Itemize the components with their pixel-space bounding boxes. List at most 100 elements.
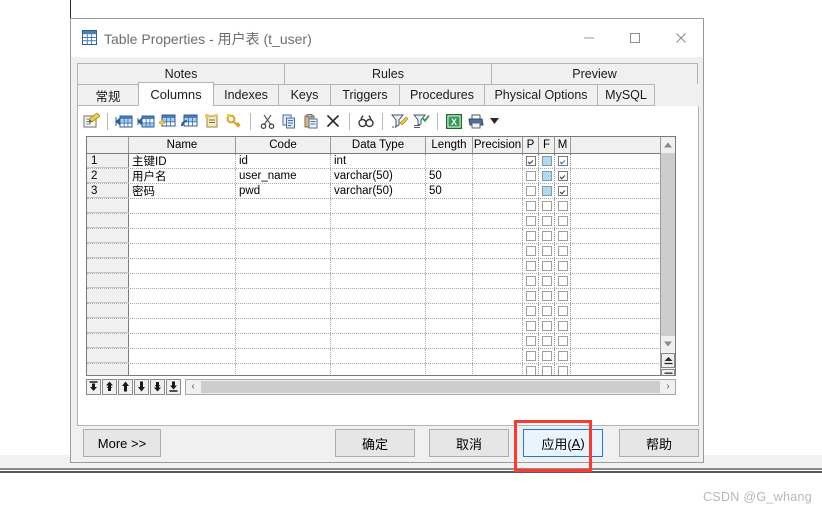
cell-code[interactable]	[236, 319, 331, 333]
ok-button[interactable]: 确定	[335, 429, 415, 457]
cell-name[interactable]	[129, 364, 236, 375]
cell-precision[interactable]	[473, 244, 523, 258]
row-number-cell[interactable]	[87, 199, 129, 213]
cell-code[interactable]	[236, 259, 331, 273]
cell-m[interactable]	[555, 154, 571, 168]
checkbox-f[interactable]	[541, 246, 552, 256]
checkbox-m[interactable]	[557, 321, 568, 331]
cell-m[interactable]	[555, 304, 571, 318]
cell-name[interactable]	[129, 244, 236, 258]
row-number-cell[interactable]: 1	[87, 154, 129, 168]
cell-datatype[interactable]	[331, 319, 426, 333]
cell-m[interactable]	[555, 199, 571, 213]
cell-datatype[interactable]: int	[331, 154, 426, 168]
cell-datatype[interactable]: varchar(50)	[331, 184, 426, 198]
insert-row-icon[interactable]	[113, 110, 135, 132]
checkbox-m[interactable]	[557, 201, 568, 211]
cell-length[interactable]	[426, 244, 473, 258]
vertical-scroll-thumb[interactable]	[661, 154, 675, 336]
cell-datatype[interactable]	[331, 364, 426, 375]
checkbox-f[interactable]	[541, 276, 552, 286]
cell-precision[interactable]	[473, 349, 523, 363]
cell-length[interactable]	[426, 229, 473, 243]
cell-length[interactable]	[426, 289, 473, 303]
table-row[interactable]: 2 用户名 user_name varchar(50) 50	[87, 169, 675, 184]
excel-export-icon[interactable]: X	[443, 110, 465, 132]
reverse-column-icon[interactable]	[179, 110, 201, 132]
cell-p[interactable]	[523, 244, 539, 258]
grid-header-name[interactable]: Name	[129, 137, 236, 153]
checkbox-p[interactable]	[525, 231, 536, 241]
checkbox-m[interactable]	[557, 366, 568, 375]
table-row[interactable]: 1 主键ID id int	[87, 154, 675, 169]
checkbox-p[interactable]	[525, 351, 536, 361]
print-icon[interactable]	[465, 110, 487, 132]
cell-length[interactable]	[426, 154, 473, 168]
checkbox-f[interactable]	[541, 351, 552, 361]
row-number-cell[interactable]	[87, 334, 129, 348]
checkbox-f[interactable]	[541, 216, 552, 226]
checkbox-p[interactable]	[525, 201, 536, 211]
cell-precision[interactable]	[473, 184, 523, 198]
note-icon[interactable]	[201, 110, 223, 132]
cell-p[interactable]	[523, 274, 539, 288]
cell-p[interactable]	[523, 289, 539, 303]
cell-name[interactable]	[129, 229, 236, 243]
cell-name[interactable]: 用户名	[129, 169, 236, 183]
cell-datatype[interactable]	[331, 334, 426, 348]
row-number-cell[interactable]	[87, 304, 129, 318]
go-first-row-button[interactable]	[86, 378, 101, 395]
scroll-left-arrow[interactable]: ‹	[186, 380, 200, 394]
checkbox-p[interactable]	[525, 216, 536, 226]
cell-p[interactable]	[523, 199, 539, 213]
cell-code[interactable]: pwd	[236, 184, 331, 198]
table-row-empty[interactable]	[87, 289, 675, 304]
table-row-empty[interactable]	[87, 214, 675, 229]
cell-precision[interactable]	[473, 289, 523, 303]
go-prev-page-button[interactable]	[102, 378, 117, 395]
cell-name[interactable]	[129, 274, 236, 288]
checkbox-f[interactable]	[541, 201, 552, 211]
cell-code[interactable]	[236, 364, 331, 375]
cell-m[interactable]	[555, 244, 571, 258]
cell-length[interactable]	[426, 319, 473, 333]
checkbox-p[interactable]	[525, 156, 536, 166]
filter-apply-icon[interactable]	[410, 110, 432, 132]
tab-keys[interactable]: Keys	[278, 84, 331, 106]
row-number-cell[interactable]	[87, 214, 129, 228]
cell-datatype[interactable]	[331, 244, 426, 258]
table-row[interactable]: 3 密码 pwd varchar(50) 50	[87, 184, 675, 199]
cell-datatype[interactable]	[331, 349, 426, 363]
row-number-cell[interactable]: 2	[87, 169, 129, 183]
tab-rules[interactable]: Rules	[284, 63, 492, 84]
grid-header-m[interactable]: M	[555, 137, 571, 153]
cell-code[interactable]	[236, 244, 331, 258]
cell-f[interactable]	[539, 274, 555, 288]
cell-p[interactable]	[523, 169, 539, 183]
cell-precision[interactable]	[473, 304, 523, 318]
cell-length[interactable]: 50	[426, 184, 473, 198]
checkbox-p[interactable]	[525, 171, 536, 181]
grid-header-length[interactable]: Length	[426, 137, 473, 153]
cell-m[interactable]	[555, 229, 571, 243]
checkbox-f[interactable]	[541, 291, 552, 301]
checkbox-m[interactable]	[557, 351, 568, 361]
checkbox-m[interactable]	[557, 336, 568, 346]
checkbox-p[interactable]	[525, 306, 536, 316]
checkbox-m[interactable]	[557, 246, 568, 256]
cancel-button[interactable]: 取消	[429, 429, 509, 457]
cell-datatype[interactable]	[331, 229, 426, 243]
cell-code[interactable]: user_name	[236, 169, 331, 183]
row-number-cell[interactable]	[87, 229, 129, 243]
checkbox-p[interactable]	[525, 321, 536, 331]
cell-f[interactable]	[539, 304, 555, 318]
cell-code[interactable]	[236, 349, 331, 363]
cell-precision[interactable]	[473, 214, 523, 228]
cell-code[interactable]	[236, 304, 331, 318]
checkbox-p[interactable]	[525, 246, 536, 256]
row-number-cell[interactable]	[87, 289, 129, 303]
cell-precision[interactable]	[473, 274, 523, 288]
grid-horizontal-scrollbar[interactable]: ‹ ›	[185, 378, 676, 395]
cell-code[interactable]	[236, 274, 331, 288]
checkbox-f[interactable]	[541, 261, 552, 271]
